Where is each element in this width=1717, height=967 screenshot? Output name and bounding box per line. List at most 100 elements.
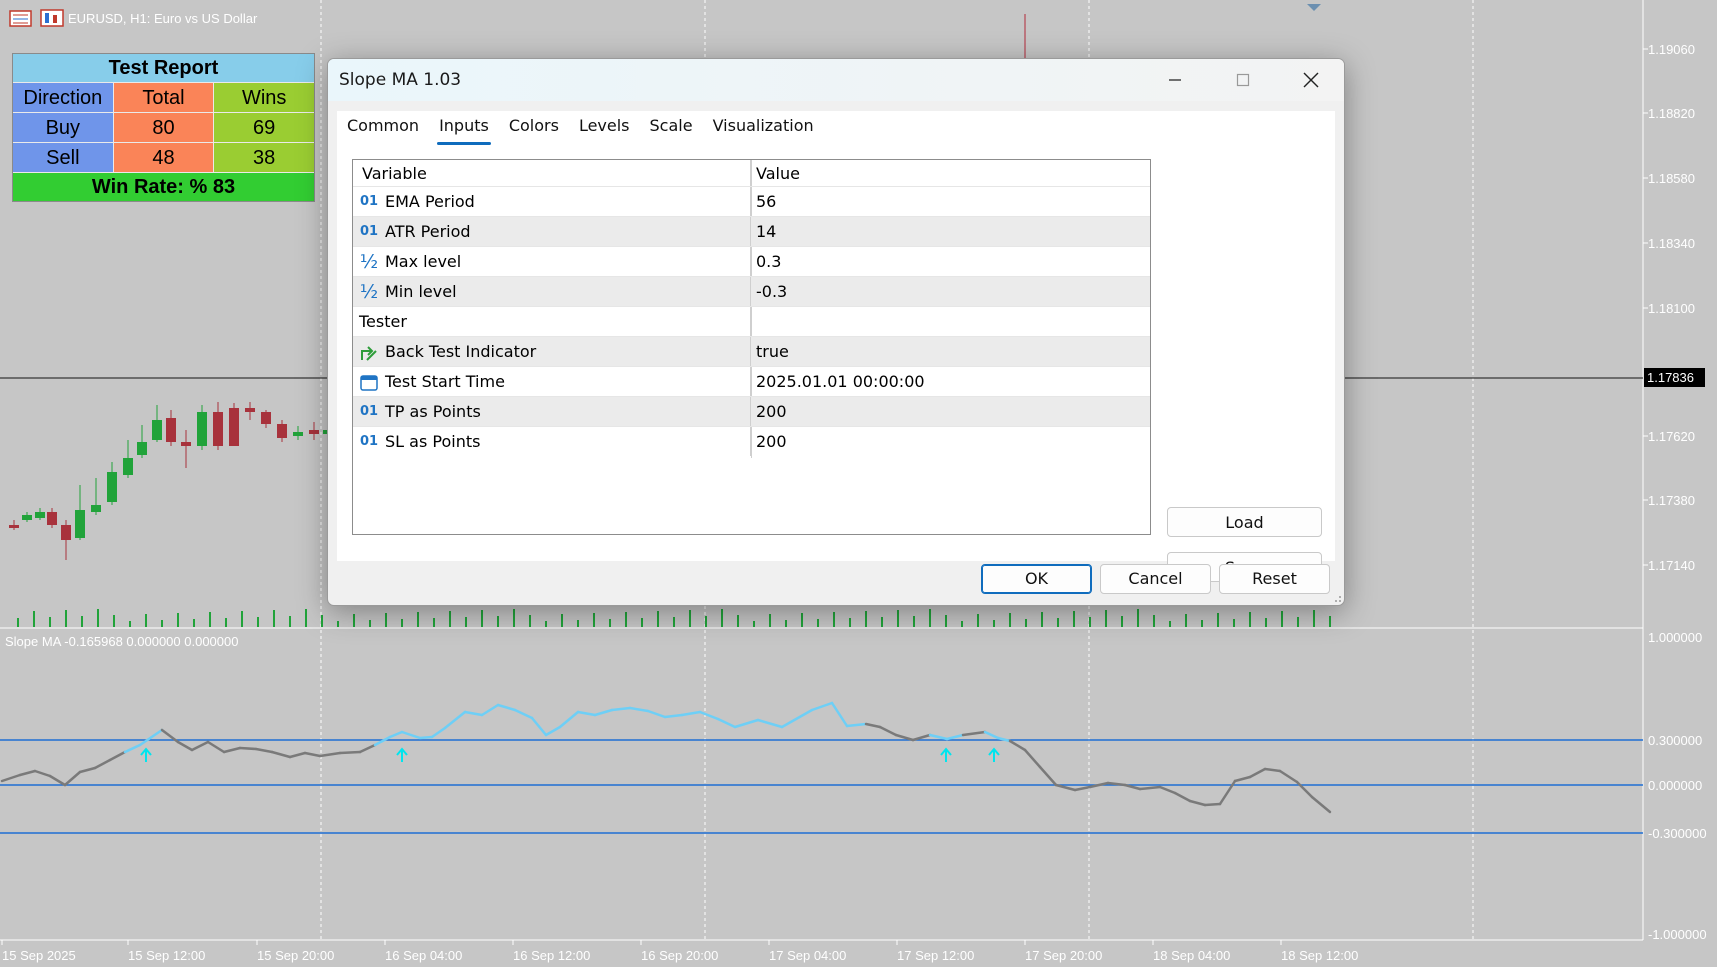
indicator-tick-label: 0.000000 bbox=[1648, 778, 1702, 793]
param-row[interactable]: Test Start Time 2025.01.01 00:00:00 bbox=[353, 366, 1150, 396]
minimize-icon bbox=[1169, 79, 1181, 81]
tab-bar: Common Inputs Colors Levels Scale Visual… bbox=[337, 111, 824, 149]
param-variable-label: Tester bbox=[359, 312, 407, 331]
slope-segment bbox=[983, 730, 1000, 740]
double-icon: ½ bbox=[359, 280, 379, 303]
slope-segment bbox=[593, 708, 614, 717]
tab-levels[interactable]: Levels bbox=[569, 111, 640, 149]
header-value[interactable]: Value bbox=[751, 160, 1150, 186]
close-button[interactable] bbox=[1277, 59, 1344, 101]
ok-button[interactable]: OK bbox=[981, 564, 1092, 594]
slope-ma-line bbox=[0, 701, 1332, 814]
slope-segment bbox=[18, 769, 37, 777]
chart-header: EURUSD, H1: Euro vs US Dollar bbox=[9, 9, 258, 27]
slope-segment bbox=[558, 710, 580, 729]
report-row-buy: Buy 80 69 bbox=[13, 112, 315, 142]
slope-segment bbox=[716, 717, 737, 729]
indicator-tick-label: 0.300000 bbox=[1648, 733, 1702, 748]
symbol-title: EURUSD, H1: Euro vs US Dollar bbox=[68, 11, 258, 26]
slope-segment bbox=[1278, 769, 1299, 784]
param-value-cell[interactable]: -0.3 bbox=[751, 277, 1150, 306]
time-axis: 15 Sep 2025 15 Sep 12:00 15 Sep 20:00 16 Se… bbox=[1, 940, 1358, 963]
dialog-titlebar[interactable]: Slope MA 1.03 bbox=[328, 59, 1344, 101]
param-row[interactable]: 01 SL as Points 200 bbox=[353, 426, 1150, 456]
slope-segment bbox=[33, 769, 52, 778]
slope-segment bbox=[303, 751, 322, 758]
time-tick-label: 17 Sep 12:00 bbox=[897, 948, 974, 963]
param-row[interactable]: Back Test Indicator true bbox=[353, 336, 1150, 366]
tab-inputs[interactable]: Inputs bbox=[429, 111, 499, 149]
tab-visualization[interactable]: Visualization bbox=[703, 111, 824, 149]
close-icon bbox=[1303, 72, 1319, 88]
price-tick-label: 1.18340 bbox=[1648, 236, 1695, 251]
param-row[interactable]: Tester bbox=[353, 306, 1150, 336]
param-value-cell[interactable] bbox=[751, 307, 1150, 336]
candle-body bbox=[107, 472, 117, 502]
param-variable-cell: 01 EMA Period bbox=[353, 187, 751, 216]
time-tick-label: 16 Sep 20:00 bbox=[641, 948, 718, 963]
param-value-cell[interactable]: 200 bbox=[751, 397, 1150, 426]
sell-direction: Sell bbox=[13, 142, 113, 172]
candle-body bbox=[47, 512, 57, 525]
candle-body bbox=[152, 420, 162, 440]
param-value-cell[interactable]: true bbox=[751, 337, 1150, 366]
param-value-cell[interactable]: 0.3 bbox=[751, 247, 1150, 276]
candle-body bbox=[197, 412, 207, 446]
chart-type-icon[interactable] bbox=[40, 9, 64, 27]
slope-segment bbox=[0, 773, 22, 783]
load-button[interactable]: Load bbox=[1167, 507, 1322, 537]
slope-segment bbox=[628, 706, 650, 713]
slope-segment bbox=[780, 708, 814, 729]
param-value-cell[interactable]: 2025.01.01 00:00:00 bbox=[751, 367, 1150, 396]
symbol-list-icon[interactable] bbox=[9, 10, 32, 27]
resize-grip-icon[interactable] bbox=[1330, 591, 1342, 603]
param-value-cell[interactable]: 56 bbox=[751, 187, 1150, 216]
param-variable-cell: 01 TP as Points bbox=[353, 397, 751, 426]
param-variable-label: Min level bbox=[385, 282, 457, 301]
header-direction: Direction bbox=[13, 82, 113, 112]
slope-segment bbox=[961, 730, 987, 737]
price-tick-label: 1.18580 bbox=[1648, 171, 1695, 186]
slope-segment bbox=[864, 722, 882, 729]
indicator-tick-label: 1.000000 bbox=[1648, 630, 1702, 645]
reset-button[interactable]: Reset bbox=[1219, 564, 1330, 594]
slope-segment bbox=[1248, 767, 1267, 779]
param-row[interactable]: 01 TP as Points 200 bbox=[353, 396, 1150, 426]
slope-segment bbox=[496, 703, 517, 712]
slope-segment bbox=[480, 703, 500, 717]
price-axis: 1.19060 1.18820 1.18580 1.18340 1.18100 1.176… bbox=[1643, 42, 1695, 573]
time-tick-label: 17 Sep 04:00 bbox=[769, 948, 846, 963]
slope-segment bbox=[698, 710, 720, 721]
param-value-cell[interactable]: 200 bbox=[751, 427, 1150, 456]
header-variable[interactable]: Variable bbox=[353, 160, 751, 186]
tab-scale[interactable]: Scale bbox=[640, 111, 703, 149]
double-icon: ½ bbox=[359, 250, 379, 273]
param-value-cell[interactable]: 14 bbox=[751, 217, 1150, 246]
time-tick-label: 16 Sep 12:00 bbox=[513, 948, 590, 963]
param-row[interactable]: 01 ATR Period 14 bbox=[353, 216, 1150, 246]
slope-segment bbox=[206, 740, 226, 754]
slope-segment bbox=[845, 722, 868, 728]
param-row[interactable]: 01 EMA Period 56 bbox=[353, 186, 1150, 216]
slope-segment bbox=[1263, 767, 1282, 773]
param-row[interactable]: ½ Min level -0.3 bbox=[353, 276, 1150, 306]
maximize-button[interactable] bbox=[1209, 59, 1277, 101]
slope-segment bbox=[878, 725, 898, 737]
tab-colors[interactable]: Colors bbox=[499, 111, 569, 149]
slope-segment bbox=[78, 766, 97, 774]
candle-body bbox=[35, 512, 45, 518]
candle-body bbox=[277, 424, 287, 438]
buy-total: 80 bbox=[112, 112, 214, 142]
sell-wins: 38 bbox=[213, 142, 315, 172]
param-variable-cell: ½ Min level bbox=[353, 277, 751, 306]
param-row[interactable]: ½ Max level 0.3 bbox=[353, 246, 1150, 276]
slope-segment bbox=[1310, 795, 1332, 814]
tab-common[interactable]: Common bbox=[337, 111, 429, 149]
cancel-button[interactable]: Cancel bbox=[1100, 564, 1211, 594]
time-tick-label: 18 Sep 04:00 bbox=[1153, 948, 1230, 963]
int-icon: 01 bbox=[359, 194, 379, 209]
test-report-panel: Test Report Direction Total Wins Buy 80 … bbox=[12, 53, 315, 202]
candle-body bbox=[91, 505, 101, 512]
buy-wins: 69 bbox=[213, 112, 315, 142]
minimize-button[interactable] bbox=[1141, 59, 1209, 101]
